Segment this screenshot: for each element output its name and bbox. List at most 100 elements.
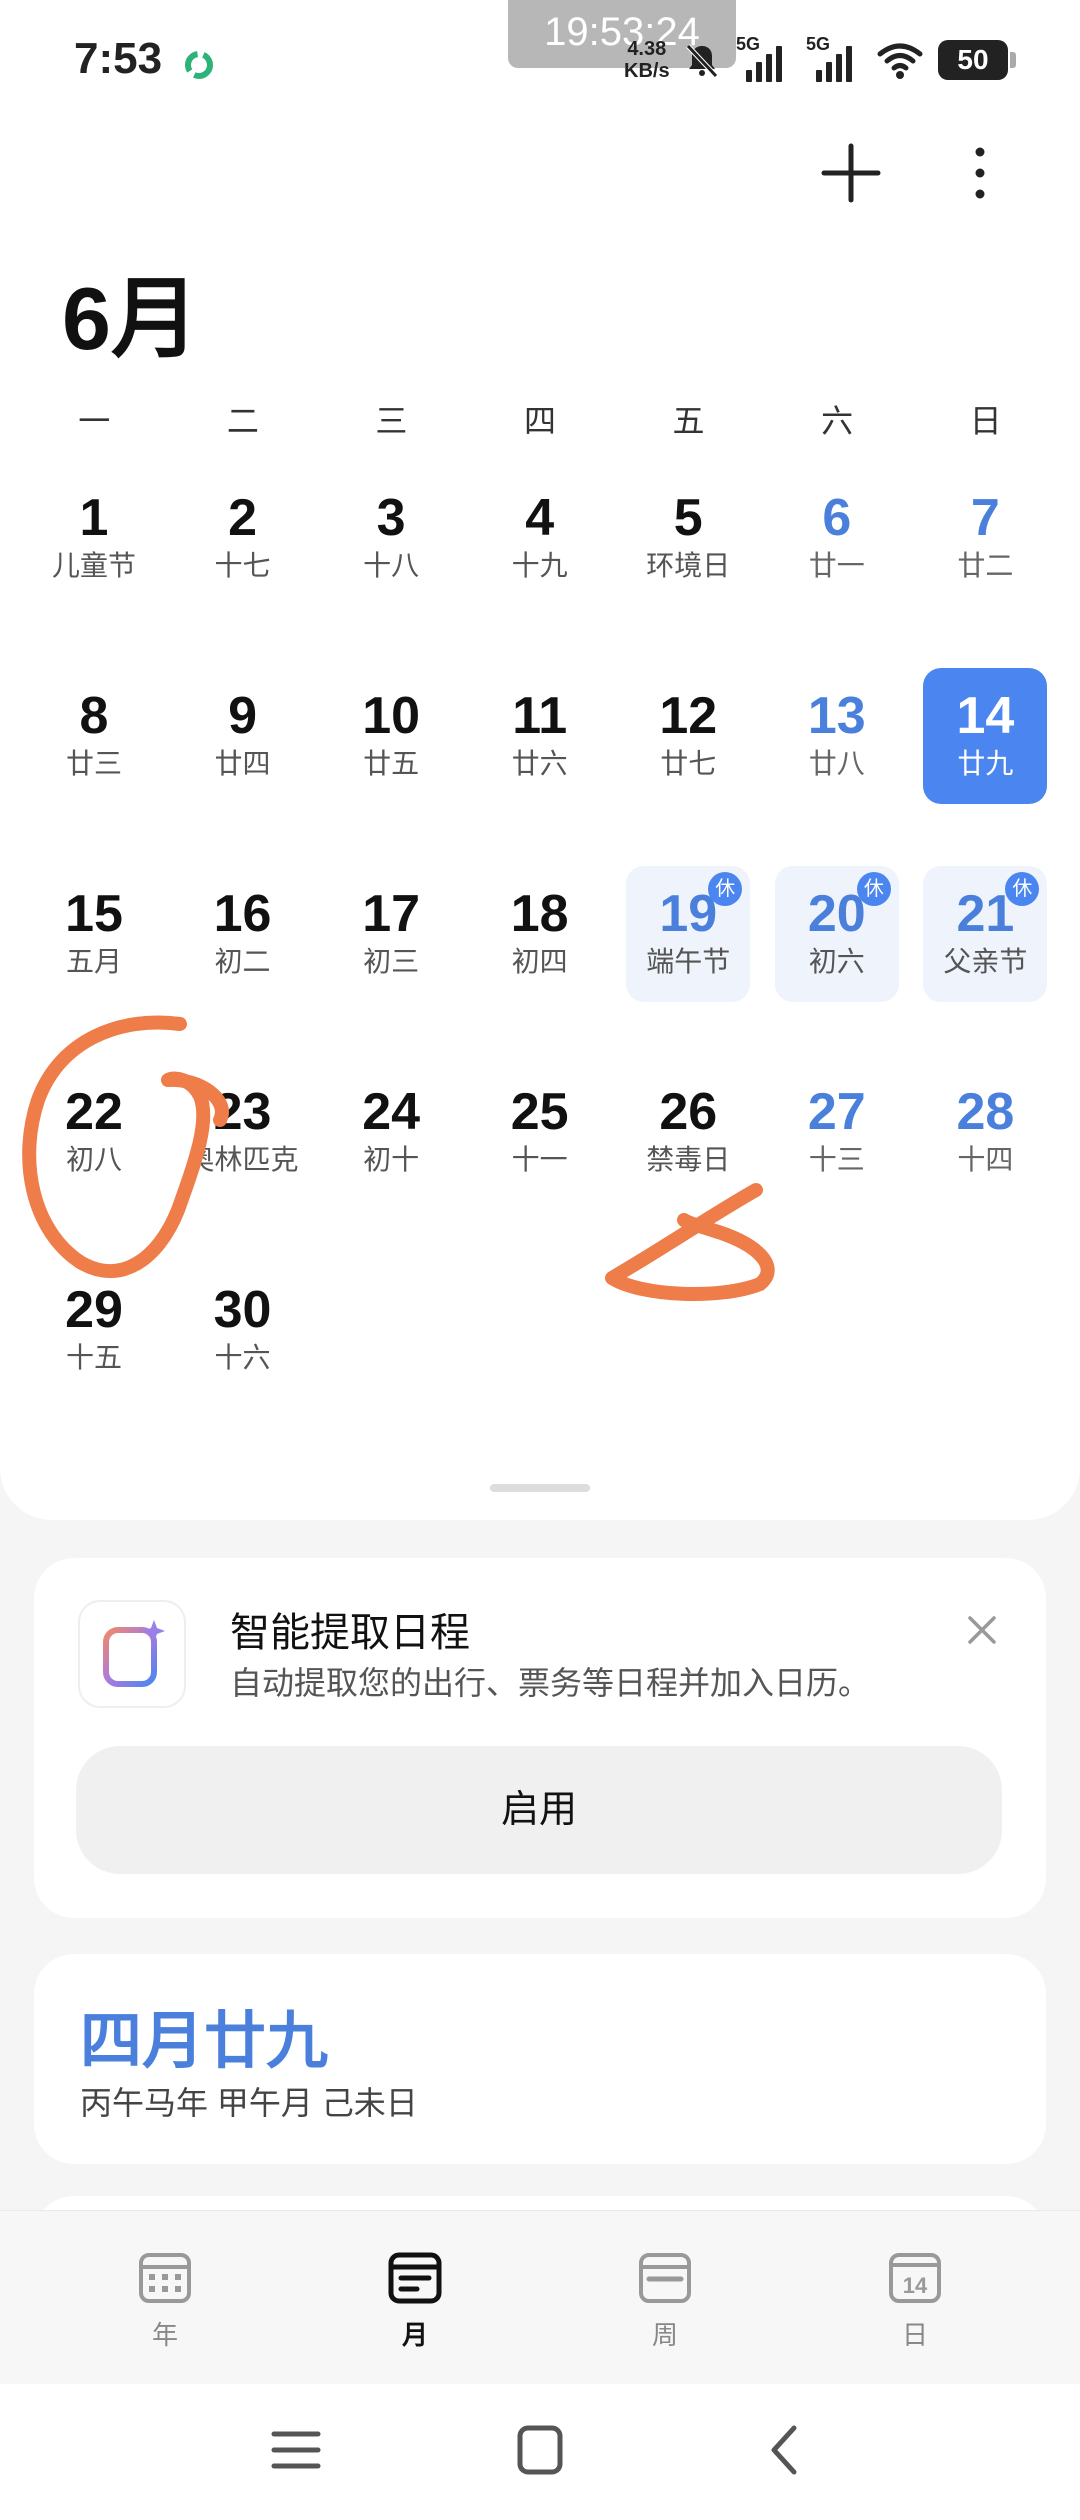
day-cell[interactable]: 15 五月: [20, 860, 169, 1058]
day-cell[interactable]: 13 廿八: [763, 662, 912, 860]
day-cell-holiday[interactable]: 休 20 初六: [763, 860, 912, 1058]
rest-day-badge: 休: [856, 872, 891, 906]
day-subtitle: 初三: [363, 946, 420, 977]
tab-day-label: 日: [901, 2320, 928, 2350]
tab-month[interactable]: 月: [345, 2211, 485, 2384]
month-grid: 1 儿童节 2 十七 3 十八 4 十九 5 环境日 6 廿一 7 廿二 8 廿三 9 廿四 10…: [20, 464, 1060, 1454]
day-subtitle: 环境日: [646, 550, 731, 581]
tab-week-label: 周: [651, 2320, 678, 2350]
day-cell[interactable]: 17 初三: [317, 860, 466, 1058]
day-number: 15: [65, 885, 123, 943]
day-number: 23: [213, 1083, 272, 1141]
day-number: 29: [65, 1281, 123, 1339]
sync-app-icon: [185, 51, 213, 79]
day-cell[interactable]: 22 初八: [20, 1058, 169, 1256]
day-number: 10: [362, 687, 421, 745]
day-cell[interactable]: 26 禁毒日: [614, 1058, 763, 1256]
day-cell[interactable]: 24 初十: [317, 1058, 466, 1256]
day-subtitle: 初二: [214, 946, 271, 977]
day-subtitle: 五月: [65, 946, 122, 977]
bell-muted-icon: [686, 44, 718, 78]
day-subtitle: 十七: [214, 550, 271, 581]
sheet-drag-handle[interactable]: [490, 1484, 590, 1492]
close-icon[interactable]: [962, 1610, 1002, 1650]
day-number: 11: [512, 687, 568, 745]
day-subtitle: 廿九: [957, 748, 1014, 779]
day-cell[interactable]: 10 廿五: [317, 662, 466, 860]
day-cell[interactable]: 30 十六: [169, 1256, 318, 1454]
day-cell[interactable]: 29 十五: [20, 1256, 169, 1454]
day-cell[interactable]: 12 廿七: [614, 662, 763, 860]
day-cell[interactable]: 6 廿一: [763, 464, 912, 662]
day-cell[interactable]: 1 儿童节: [20, 464, 169, 662]
add-event-button[interactable]: [818, 140, 884, 206]
day-subtitle: 十三: [808, 1144, 865, 1175]
tab-year[interactable]: 年: [95, 2211, 235, 2384]
day-cell[interactable]: 9 廿四: [169, 662, 318, 860]
day-subtitle: 端午节: [646, 946, 731, 977]
status-time: 7:53: [74, 34, 163, 83]
day-cell[interactable]: 2 十七: [169, 464, 318, 662]
day-icon-number: 14: [903, 2273, 928, 2298]
day-cell[interactable]: 16 初二: [169, 860, 318, 1058]
more-options-icon[interactable]: [958, 140, 1002, 206]
day-cell-today[interactable]: 14 廿九: [911, 662, 1060, 860]
day-number: 17: [362, 885, 421, 943]
system-nav-bar: [0, 2384, 1080, 2520]
day-number: 13: [807, 687, 866, 745]
home-icon[interactable]: [510, 2420, 570, 2480]
weekday-tue: 二: [226, 403, 259, 439]
lunar-date: 四月廿九: [80, 2004, 329, 2077]
day-subtitle: 十九: [511, 550, 568, 581]
enable-button[interactable]: 启用: [76, 1746, 1002, 1874]
day-subtitle: 初八: [65, 1144, 122, 1175]
day-cell[interactable]: 28 十四: [911, 1058, 1060, 1256]
day-cell-holiday[interactable]: 休 19 端午节: [614, 860, 763, 1058]
day-subtitle: 初四: [511, 946, 568, 977]
day-cell[interactable]: 23 奥林匹克: [169, 1058, 318, 1256]
day-number: 26: [659, 1083, 718, 1141]
day-cell-holiday[interactable]: 休 21 父亲节: [911, 860, 1060, 1058]
network-speed-value: 4.38: [627, 38, 667, 60]
day-subtitle: 廿六: [511, 748, 568, 779]
day-cell[interactable]: 11 廿六: [466, 662, 615, 860]
rest-day-badge: 休: [708, 872, 743, 906]
month-list-icon: [388, 2252, 442, 2304]
weekday-sun: 日: [969, 403, 1002, 439]
day-cell[interactable]: 25 十一: [466, 1058, 615, 1256]
day-cell[interactable]: 5 环境日: [614, 464, 763, 662]
tab-week[interactable]: 周: [595, 2211, 735, 2384]
day-cell[interactable]: 27 十三: [763, 1058, 912, 1256]
day-number: 5: [673, 489, 703, 547]
day-subtitle: 十六: [214, 1342, 271, 1373]
day-subtitle: 奥林匹克: [186, 1144, 299, 1175]
day-number: 14: [956, 687, 1015, 745]
day-number: 27: [807, 1083, 866, 1141]
day-cell[interactable]: 7 廿二: [911, 464, 1060, 662]
back-icon[interactable]: [756, 2420, 816, 2480]
weekday-thu: 四: [523, 403, 556, 439]
status-icons: 5G 5G 50: [682, 34, 1016, 86]
day-cell[interactable]: 18 初四: [466, 860, 615, 1058]
day-number: 22: [65, 1083, 123, 1141]
day-subtitle: 廿二: [957, 550, 1014, 581]
day-number: 6: [822, 489, 852, 547]
day-cell[interactable]: 8 廿三: [20, 662, 169, 860]
day-subtitle: 初十: [363, 1144, 420, 1175]
day-subtitle: 十五: [65, 1342, 122, 1373]
tab-day[interactable]: 14 日: [845, 2211, 985, 2384]
day-number: 8: [79, 687, 109, 745]
weekday-sat: 六: [821, 403, 854, 439]
signal-icon-1: 5G: [736, 34, 792, 82]
signal-icon-2: 5G: [806, 34, 862, 82]
menu-icon[interactable]: [266, 2420, 326, 2480]
smart-schedule-icon: [78, 1600, 186, 1708]
day-cell[interactable]: 3 十八: [317, 464, 466, 662]
day-icon: 14: [889, 2253, 941, 2303]
lunar-date-card[interactable]: 四月廿九 丙午马年 甲午月 己未日: [34, 1954, 1046, 2164]
day-number: 1: [79, 489, 109, 547]
network-speed-unit: KB/s: [624, 60, 670, 82]
day-cell[interactable]: 4 十九: [466, 464, 615, 662]
day-number: 4: [525, 489, 555, 547]
day-subtitle: 廿三: [65, 748, 122, 779]
